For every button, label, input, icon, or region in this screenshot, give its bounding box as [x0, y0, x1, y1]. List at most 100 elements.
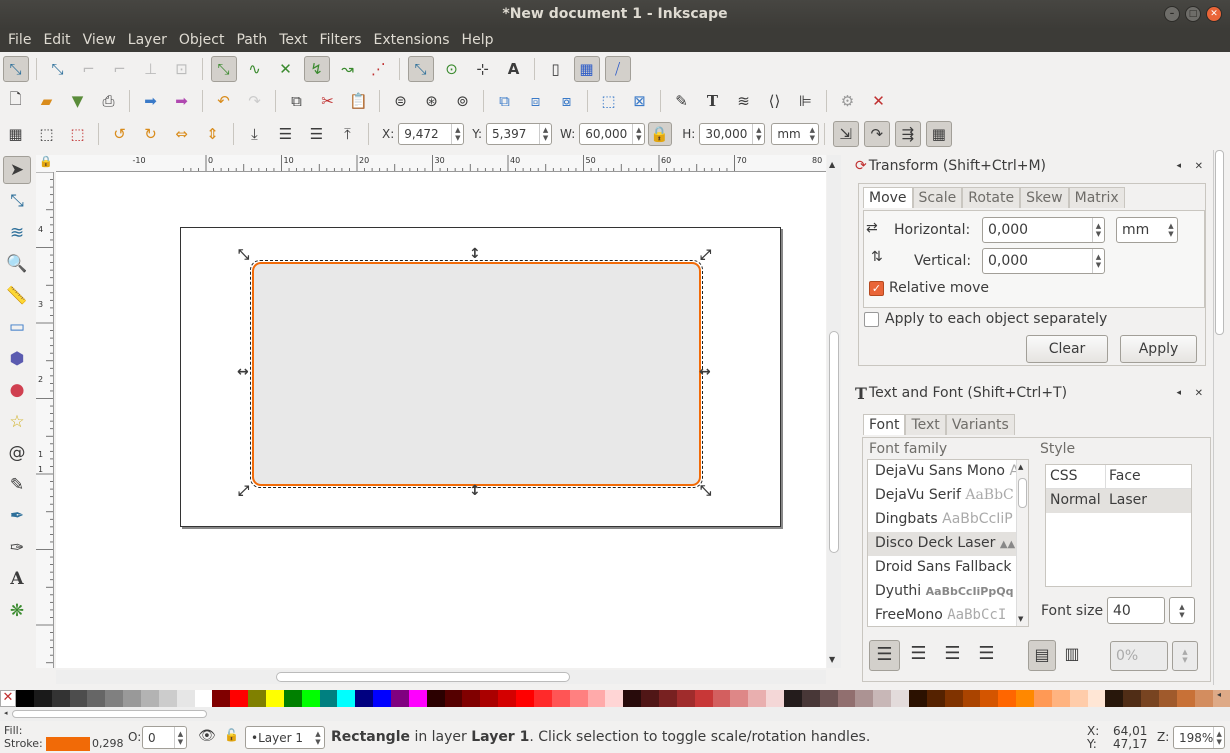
color-swatch[interactable] — [33, 690, 52, 707]
snap-guide-icon[interactable]: ⧸ — [604, 56, 631, 82]
tab-font[interactable]: Font — [863, 414, 906, 435]
import-icon[interactable]: ➡ — [138, 88, 164, 114]
selector-tool-icon[interactable]: ➤ — [3, 155, 31, 184]
clear-button[interactable]: Clear — [1026, 335, 1108, 363]
vertical-text-icon[interactable]: ▥ — [1058, 640, 1086, 671]
x-input[interactable]: 9,472 ▲ ▼ — [398, 123, 465, 145]
color-swatch[interactable] — [105, 690, 124, 707]
snap-path-icon[interactable]: ∿ — [242, 56, 268, 82]
color-swatch[interactable] — [16, 690, 34, 707]
style-col-face[interactable]: Face — [1106, 465, 1141, 488]
color-swatch[interactable] — [1159, 690, 1177, 707]
color-swatch[interactable] — [462, 690, 481, 707]
palette-scrollbar[interactable]: ◂ — [0, 707, 1230, 721]
scale-handle-s[interactable]: ↕ — [469, 483, 481, 499]
menu-layer[interactable]: Layer — [122, 29, 173, 52]
zoom-drawing-icon[interactable]: ⊛ — [419, 88, 445, 114]
preferences-icon[interactable]: ⚙ — [835, 88, 861, 114]
zoom-selection-icon[interactable]: ⊜ — [388, 88, 414, 114]
color-swatch[interactable] — [123, 690, 142, 707]
textfont-iconify-icon[interactable]: ◂ — [1176, 388, 1181, 398]
snap-smooth-icon[interactable]: ↝ — [335, 56, 361, 82]
menu-edit[interactable]: Edit — [37, 29, 76, 52]
menu-text[interactable]: Text — [273, 29, 313, 52]
ungroup-icon[interactable]: ⊠ — [627, 88, 653, 114]
menu-view[interactable]: View — [77, 29, 122, 52]
font-list-item[interactable]: Dyuthi AaBbCcIiPpQq — [868, 580, 1028, 604]
stroke-width-value[interactable]: 0,298 — [92, 737, 124, 750]
deselect-icon[interactable]: ⬚ — [65, 121, 91, 147]
color-swatch[interactable] — [1051, 690, 1070, 707]
color-swatch[interactable] — [1141, 690, 1159, 707]
rect-tool-icon[interactable]: ▭ — [3, 313, 31, 341]
scale-handle-ne[interactable]: ⤢ — [700, 247, 711, 263]
color-swatch[interactable] — [301, 690, 320, 707]
3dbox-tool-icon[interactable]: ⬢ — [3, 345, 31, 373]
pencil-tool-icon[interactable]: ✎ — [3, 471, 31, 499]
tab-scale[interactable]: Scale — [912, 187, 963, 208]
style-row-selected[interactable]: Normal Laser — [1046, 489, 1191, 513]
undo-icon[interactable]: ↶ — [211, 88, 237, 114]
align-center-icon[interactable]: ☰ — [903, 640, 934, 671]
scale-handle-w[interactable]: ↔ — [237, 364, 249, 380]
color-swatch[interactable] — [748, 690, 767, 707]
color-swatch[interactable] — [498, 690, 517, 707]
flip-horizontal-icon[interactable]: ⇔ — [169, 121, 195, 147]
color-swatch[interactable] — [212, 690, 231, 707]
color-swatch[interactable] — [605, 690, 624, 707]
w-input[interactable]: 60,000 ▲ ▼ — [579, 123, 646, 145]
snap-rotation-center-icon[interactable]: ⊹ — [470, 56, 496, 82]
textfont-close-icon[interactable]: ✕ — [1195, 388, 1203, 399]
font-list-item-selected[interactable]: Disco Deck Laser ▲▲ — [868, 532, 1028, 556]
snap-bbox-edge-icon[interactable]: ⌐ — [76, 56, 102, 82]
menu-help[interactable]: Help — [456, 29, 500, 52]
color-swatch[interactable] — [551, 690, 570, 707]
new-document-icon[interactable]: 🗋 — [3, 88, 29, 114]
color-swatch[interactable] — [819, 690, 838, 707]
raise-top-icon[interactable]: ⤒ — [335, 121, 361, 147]
font-list-item[interactable]: DejaVu Serif AaBbC — [868, 484, 1028, 508]
panel-close-icon[interactable]: ✕ — [1195, 161, 1203, 172]
minimize-icon[interactable]: – — [1164, 6, 1180, 22]
horizontal-text-icon[interactable]: ▤ — [1028, 640, 1056, 671]
scale-handle-sw[interactable]: ⤢ — [238, 483, 249, 499]
style-col-css[interactable]: CSS — [1046, 465, 1106, 488]
scroll-down-icon[interactable]: ▼ — [829, 655, 835, 664]
color-swatch[interactable] — [480, 690, 499, 707]
layer-visibility-icon[interactable]: 👁 — [198, 728, 216, 744]
font-size-input[interactable]: 40 — [1107, 597, 1165, 624]
lower-icon[interactable]: ☰ — [273, 121, 299, 147]
color-swatch[interactable] — [694, 690, 713, 707]
text-font-icon[interactable]: T — [700, 88, 726, 114]
group-icon[interactable]: ⬚ — [596, 88, 622, 114]
move-patterns-icon[interactable]: ▦ — [925, 121, 952, 147]
tab-rotate[interactable]: Rotate — [962, 187, 1021, 208]
font-list-scrollbar[interactable]: ▲ ▼ — [1016, 460, 1028, 626]
color-swatch[interactable] — [1087, 690, 1106, 707]
scale-handle-se[interactable]: ⤡ — [700, 483, 711, 499]
snap-intersection-icon[interactable]: ✕ — [273, 56, 299, 82]
export-icon[interactable]: ➡ — [169, 88, 195, 114]
color-swatch[interactable] — [587, 690, 606, 707]
color-swatch[interactable] — [676, 690, 695, 707]
line-spacing-input[interactable]: 0% — [1110, 641, 1168, 671]
opacity-input[interactable]: 0 ▲ ▼ — [142, 726, 187, 749]
color-swatch[interactable] — [944, 690, 963, 707]
color-swatch[interactable] — [69, 690, 88, 707]
horizontal-scroll-thumb[interactable] — [276, 672, 570, 682]
duplicate-icon[interactable]: ⧉ — [492, 88, 518, 114]
no-paint-swatch[interactable]: ✕ — [0, 690, 16, 707]
color-swatch[interactable] — [176, 690, 195, 707]
canvas-horizontal-scrollbar[interactable] — [56, 670, 826, 684]
color-swatch[interactable] — [426, 690, 445, 707]
scale-handle-nw[interactable]: ⤡ — [238, 247, 249, 263]
tab-variants[interactable]: Variants — [945, 414, 1015, 435]
apply-button[interactable]: Apply — [1120, 335, 1197, 363]
color-swatch[interactable] — [658, 690, 677, 707]
align-right-icon[interactable]: ☰ — [937, 640, 968, 671]
redo-icon[interactable]: ↷ — [242, 88, 268, 114]
menu-object[interactable]: Object — [173, 29, 231, 52]
drawing-canvas[interactable]: ⤡ ↕ ⤢ ↔ ↔ ⤢ ↕ ⤡ — [56, 172, 826, 668]
snap-cusp-icon[interactable]: ↯ — [303, 56, 330, 82]
lower-bottom-icon[interactable]: ⤓ — [242, 121, 268, 147]
